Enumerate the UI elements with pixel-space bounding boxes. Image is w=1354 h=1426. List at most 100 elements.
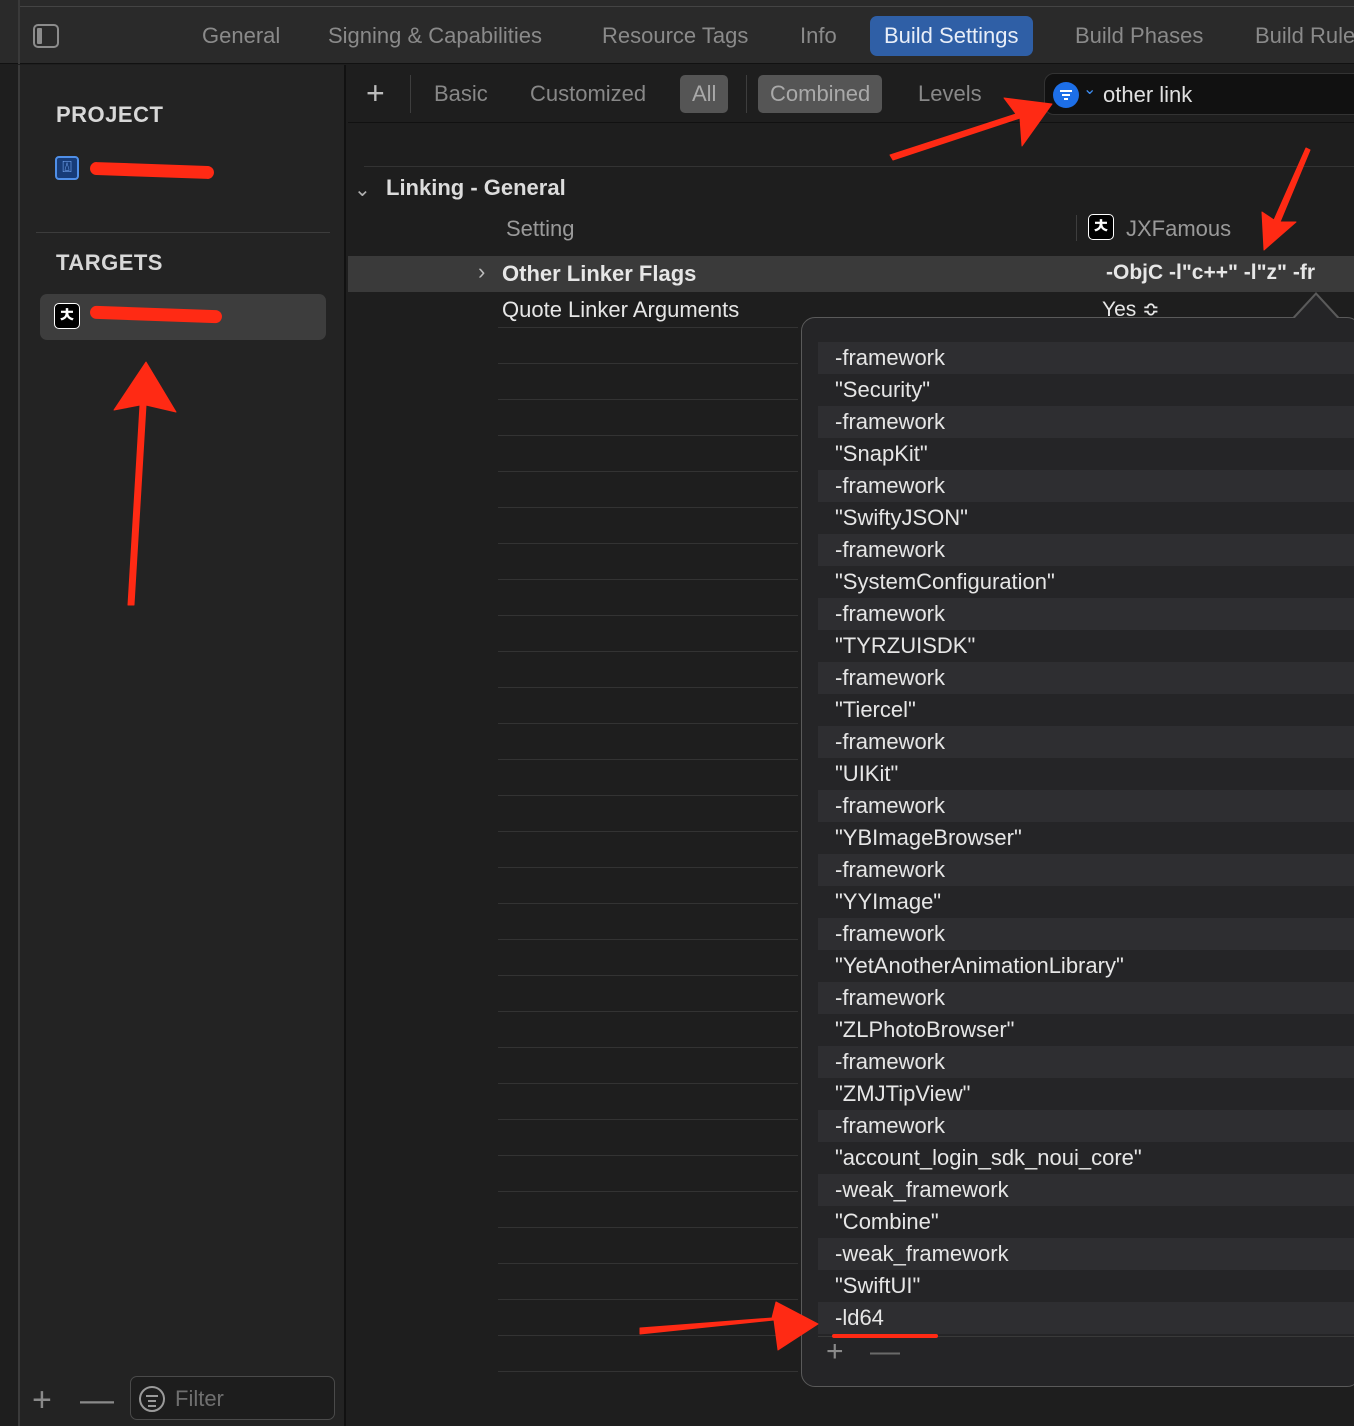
sidebar-toggle-icon[interactable] xyxy=(33,24,59,48)
view-levels[interactable]: Levels xyxy=(918,75,982,113)
grid-line xyxy=(498,651,798,652)
chevron-right-icon[interactable]: › xyxy=(478,259,485,285)
grid-line xyxy=(498,1047,798,1048)
grid-line xyxy=(498,1227,798,1228)
grid-line xyxy=(498,975,798,976)
popover-arrow-fill xyxy=(1294,295,1338,319)
settings-group-title[interactable]: Linking - General xyxy=(386,175,566,201)
tab-general[interactable]: General xyxy=(202,16,280,56)
remove-target-button[interactable]: — xyxy=(80,1383,114,1417)
editor-tab-bar: General Signing & Capabilities Resource … xyxy=(0,0,1354,64)
linker-flag-item[interactable]: -framework xyxy=(818,854,1354,886)
filter-basic[interactable]: Basic xyxy=(434,75,488,113)
grid-line xyxy=(498,327,798,328)
filter-all[interactable]: All xyxy=(680,75,729,113)
target-app-icon: ㅊ xyxy=(1088,214,1114,240)
remove-flag-button[interactable]: — xyxy=(870,1335,900,1369)
column-separator xyxy=(1076,215,1077,241)
grid-line xyxy=(498,1335,798,1336)
tab-build-rules[interactable]: Build Rules xyxy=(1255,16,1354,56)
target-item-selected[interactable]: ㅊ xyxy=(40,294,326,340)
tab-info[interactable]: Info xyxy=(800,16,837,56)
linker-flag-item[interactable]: -framework xyxy=(818,918,1354,950)
chevron-down-icon[interactable]: ⌄ xyxy=(354,177,371,202)
linker-flag-item[interactable]: -weak_framework xyxy=(818,1174,1354,1206)
linker-flag-item[interactable]: -framework xyxy=(818,726,1354,758)
tab-resource-tags[interactable]: Resource Tags xyxy=(602,16,748,56)
add-target-button[interactable]: + xyxy=(32,1383,52,1417)
setting-quote-linker-arguments[interactable]: Quote Linker Arguments xyxy=(502,297,739,323)
linker-flag-item[interactable]: "SwiftUI" xyxy=(818,1270,1354,1302)
linker-flag-item[interactable]: "TYRZUISDK" xyxy=(818,630,1354,662)
linker-flags-list: -framework "Security" -framework "SnapKit" -… xyxy=(818,326,1354,1334)
grid-line xyxy=(498,1011,798,1012)
setting-other-linker-flags[interactable]: Other Linker Flags xyxy=(502,261,696,287)
linker-flag-item[interactable]: "YBImageBrowser" xyxy=(818,822,1354,854)
linker-flag-item[interactable]: -framework xyxy=(818,982,1354,1014)
grid-line xyxy=(498,1191,798,1192)
linker-flag-item[interactable]: -framework xyxy=(818,342,1354,374)
linker-flag-item[interactable]: "Security" xyxy=(818,374,1354,406)
filter-icon xyxy=(139,1386,165,1412)
navigator-divider xyxy=(36,232,330,233)
linker-flag-item[interactable]: -framework xyxy=(818,1110,1354,1142)
view-combined[interactable]: Combined xyxy=(758,75,883,113)
linker-flag-item[interactable]: -framework xyxy=(818,470,1354,502)
search-filter-icon[interactable] xyxy=(1053,82,1079,108)
filter-customized[interactable]: Customized xyxy=(530,75,646,113)
navigator-filter-field[interactable]: Filter xyxy=(130,1376,335,1420)
grid-line xyxy=(498,723,798,724)
grid-line xyxy=(498,759,798,760)
grid-line xyxy=(498,543,798,544)
linker-flag-item[interactable]: "SystemConfiguration" xyxy=(818,566,1354,598)
linker-flag-item[interactable]: "UIKit" xyxy=(818,758,1354,790)
grid-line xyxy=(498,1263,798,1264)
list-item-partial xyxy=(818,326,1354,342)
linker-flag-item[interactable]: -framework xyxy=(818,662,1354,694)
linker-flag-item[interactable]: "SwiftyJSON" xyxy=(818,502,1354,534)
chevron-down-icon[interactable]: ⌄ xyxy=(1083,79,1096,99)
linker-flag-item[interactable]: -framework xyxy=(818,1046,1354,1078)
linker-flag-item[interactable]: -framework xyxy=(818,598,1354,630)
add-build-setting-button[interactable]: + xyxy=(366,75,385,111)
build-settings-toolbar: + Basic Customized All Combined Levels ⌄… xyxy=(348,65,1354,123)
grid-line xyxy=(498,579,798,580)
grid-line xyxy=(498,1299,798,1300)
tab-build-phases[interactable]: Build Phases xyxy=(1075,16,1203,56)
column-header-setting: Setting xyxy=(506,216,575,241)
search-query[interactable]: other link xyxy=(1103,82,1192,108)
linker-flag-item[interactable]: "SnapKit" xyxy=(818,438,1354,470)
linker-flag-item[interactable]: "YYImage" xyxy=(818,886,1354,918)
linker-flag-item[interactable]: "Tiercel" xyxy=(818,694,1354,726)
grid-line xyxy=(498,1083,798,1084)
grid-line xyxy=(498,795,798,796)
grid-line xyxy=(498,1155,798,1156)
linker-flag-item[interactable]: "ZMJTipView" xyxy=(818,1078,1354,1110)
top-divider xyxy=(20,6,1354,7)
tab-build-settings[interactable]: Build Settings xyxy=(870,16,1033,56)
grid-line xyxy=(498,399,798,400)
project-section-header: PROJECT xyxy=(56,102,164,127)
linker-flag-item[interactable]: "Combine" xyxy=(818,1206,1354,1238)
add-flag-button[interactable]: + xyxy=(826,1335,844,1369)
linker-flag-item[interactable]: -framework xyxy=(818,534,1354,566)
grid-line xyxy=(498,471,798,472)
linker-flag-item[interactable]: -framework xyxy=(818,406,1354,438)
linker-flag-item[interactable]: "ZLPhotoBrowser" xyxy=(818,1014,1354,1046)
grid-line xyxy=(498,1371,798,1372)
linker-flag-item[interactable]: -ld64 xyxy=(818,1302,1354,1334)
linker-flag-item[interactable]: -framework xyxy=(818,790,1354,822)
targets-section-header: TARGETS xyxy=(56,250,163,275)
column-header-target: JXFamous xyxy=(1126,216,1232,241)
project-app-icon: ⍍ xyxy=(55,156,79,180)
linker-flag-item[interactable]: "YetAnotherAnimationLibrary" xyxy=(818,950,1354,982)
grid-line xyxy=(498,939,798,940)
linker-flag-item[interactable]: "account_login_sdk_noui_core" xyxy=(818,1142,1354,1174)
build-settings-search-field[interactable]: ⌄ other link xyxy=(1044,73,1354,115)
grid-line xyxy=(498,687,798,688)
tab-signing-capabilities[interactable]: Signing & Capabilities xyxy=(328,16,542,56)
grid-line xyxy=(498,435,798,436)
target-app-icon: ㅊ xyxy=(54,303,80,329)
setting-value-other-linker-flags[interactable]: -ObjC -l"c++" -l"z" -fr xyxy=(1106,261,1315,285)
linker-flag-item[interactable]: -weak_framework xyxy=(818,1238,1354,1270)
